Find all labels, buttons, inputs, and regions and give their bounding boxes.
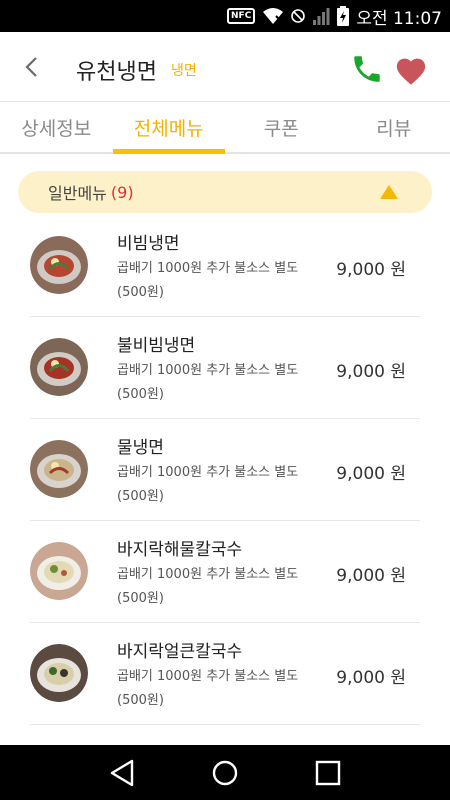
- signal-icon: [312, 7, 330, 25]
- clock: 오전 11:07: [356, 8, 442, 29]
- menu-item-partial[interactable]: [30, 725, 420, 745]
- menu-item[interactable]: 바지락얼큰칼국수 곱배기 1000원 추가 불소스 별도 (500원) 9,00…: [30, 623, 420, 725]
- section-title: 일반메뉴: [48, 184, 107, 203]
- wifi-off-icon: [262, 7, 284, 25]
- menu-item[interactable]: 물냉면 곱배기 1000원 추가 불소스 별도 (500원) 9,000 원: [30, 419, 420, 521]
- tab-detail-info[interactable]: 상세정보: [0, 102, 113, 152]
- nfc-icon: NFC: [227, 8, 256, 24]
- menu-item-price: 9,000 원: [336, 566, 406, 586]
- system-nav-bar: [0, 745, 450, 800]
- store-title: 유천냉면: [76, 60, 157, 85]
- menu-item-description: 곱배기 1000원 추가 불소스 별도 (500원): [117, 567, 299, 606]
- nav-home-icon[interactable]: [205, 753, 245, 793]
- menu-section-header[interactable]: 일반메뉴 (9): [18, 171, 432, 213]
- menu-item-price: 9,000 원: [336, 464, 406, 484]
- heart-icon[interactable]: [394, 54, 428, 86]
- mute-icon: [291, 9, 306, 23]
- tab-review[interactable]: 리뷰: [338, 102, 450, 152]
- menu-item-price: 9,000 원: [336, 260, 406, 280]
- menu-item-description: 곱배기 1000원 추가 불소스 별도 (500원): [117, 669, 299, 708]
- section-count: (9): [110, 182, 134, 202]
- phone-icon[interactable]: [350, 52, 384, 86]
- menu-item-description: 곱배기 1000원 추가 불소스 별도 (500원): [117, 261, 299, 300]
- menu-item-description: 곱배기 1000원 추가 불소스 별도 (500원): [117, 363, 299, 402]
- food-thumbnail: [30, 236, 88, 294]
- food-thumbnail: [30, 644, 88, 702]
- menu-item-name: 물냉면: [117, 438, 164, 458]
- menu-item-price: 9,000 원: [336, 668, 406, 688]
- menu-item-name: 비빔냉면: [117, 234, 180, 254]
- menu-item-description: 곱배기 1000원 추가 불소스 별도 (500원): [117, 465, 299, 504]
- tab-full-menu[interactable]: 전체메뉴: [112, 102, 226, 154]
- app-header: 유천냉면 냉면: [0, 32, 450, 102]
- status-bar: NFC 오전 11:07: [0, 0, 450, 32]
- menu-item[interactable]: 바지락해물칼국수 곱배기 1000원 추가 불소스 별도 (500원) 9,00…: [30, 521, 420, 623]
- tab-bar: 상세정보 전체메뉴 쿠폰 리뷰: [0, 102, 450, 154]
- menu-item-price: 9,000 원: [336, 362, 406, 382]
- menu-item-name: 불비빔냉면: [117, 336, 196, 356]
- food-thumbnail: [30, 542, 88, 600]
- menu-item[interactable]: 불비빔냉면 곱배기 1000원 추가 불소스 별도 (500원) 9,000 원: [30, 317, 420, 419]
- tab-coupon[interactable]: 쿠폰: [225, 102, 338, 152]
- menu-item-name: 바지락해물칼국수: [117, 540, 243, 560]
- food-thumbnail: [30, 338, 88, 396]
- nav-recents-icon[interactable]: [308, 753, 348, 793]
- collapse-arrow-icon[interactable]: [380, 185, 398, 199]
- battery-charging-icon: [337, 6, 350, 26]
- food-thumbnail: [30, 440, 88, 498]
- menu-item-name: 바지락얼큰칼국수: [117, 642, 243, 662]
- store-category: 냉면: [171, 63, 197, 79]
- back-arrow-icon[interactable]: [18, 51, 44, 83]
- menu-item[interactable]: 비빔냉면 곱배기 1000원 추가 불소스 별도 (500원) 9,000 원: [30, 215, 420, 317]
- nav-back-icon[interactable]: [102, 753, 142, 793]
- menu-list[interactable]: 비빔냉면 곱배기 1000원 추가 불소스 별도 (500원) 9,000 원 …: [0, 215, 450, 745]
